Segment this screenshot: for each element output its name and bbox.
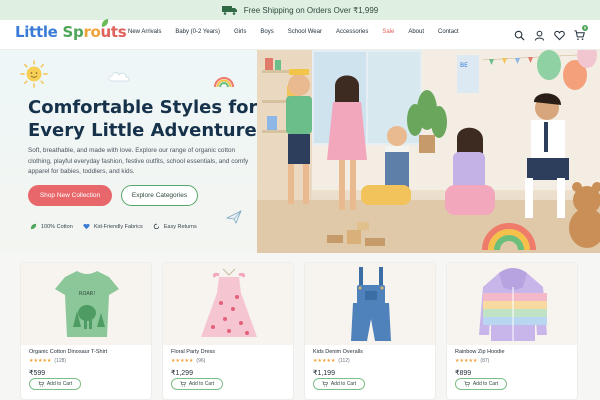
product-image[interactable]: ROAR! — [21, 263, 151, 345]
product-name[interactable]: Floral Party Dress — [171, 349, 215, 355]
promo-bar: Free Shipping on Orders Over ₹1,999 — [0, 0, 600, 20]
product-price: ₹1,299 — [171, 370, 193, 377]
nav-boys[interactable]: Boys — [260, 29, 273, 35]
logo[interactable]: Little Sprouts — [15, 18, 127, 41]
teddy-bear — [569, 182, 600, 248]
product-price: ₹1,199 — [313, 370, 335, 377]
product-card[interactable]: Rainbow Zip Hoodie ★★★★★ (87) ₹899 Add t… — [446, 262, 578, 400]
review-count: (96) — [196, 358, 206, 364]
product-rating: ★★★★★ (128) — [29, 358, 66, 364]
product-rating: ★★★★★ (96) — [171, 358, 205, 364]
explore-categories-button[interactable]: Explore Categories — [121, 185, 198, 206]
truck-icon — [221, 6, 237, 15]
cart-icon — [322, 381, 328, 387]
star-rating: ★★★★★ — [455, 358, 478, 364]
main-nav: New Arrivals Baby (0-2 Years) Girls Boys… — [128, 29, 459, 35]
cart-icon — [38, 381, 44, 387]
user-icon[interactable] — [534, 28, 545, 41]
product-image[interactable] — [447, 263, 577, 345]
hero-scene: BE — [257, 50, 600, 253]
nav-contact[interactable]: Contact — [438, 29, 459, 35]
return-icon — [153, 223, 159, 230]
logo-part-2: ro — [83, 23, 101, 41]
nav-accessories[interactable]: Accessories — [336, 29, 368, 35]
heart-icon[interactable] — [554, 28, 565, 41]
logo-part-1: Sp — [62, 23, 84, 41]
nav-girls[interactable]: Girls — [234, 29, 246, 35]
product-card[interactable]: Floral Party Dress ★★★★★ (96) ₹1,299 Add… — [162, 262, 294, 400]
leaf-icon — [30, 223, 37, 230]
feature-label: Kid-Friendly Fabrics — [93, 223, 143, 230]
star-rating: ★★★★★ — [171, 358, 194, 364]
add-to-cart-button[interactable]: Add to Cart — [455, 378, 507, 390]
header-actions: 0 — [514, 25, 588, 41]
product-rating: ★★★★★ (87) — [455, 358, 489, 364]
product-card[interactable]: Kids Denim Overalls ★★★★★ (112) ₹1,199 A… — [304, 262, 436, 400]
product-price: ₹599 — [29, 370, 46, 377]
nav-baby[interactable]: Baby (0-2 Years) — [175, 29, 220, 35]
cart-count-badge: 0 — [582, 25, 588, 31]
product-name[interactable]: Rainbow Zip Hoodie — [455, 349, 505, 355]
add-to-cart-label: Add to Cart — [330, 381, 357, 387]
star-rating: ★★★★★ — [29, 358, 52, 364]
cart-icon — [180, 381, 186, 387]
product-rating: ★★★★★ (112) — [313, 358, 350, 364]
product-price: ₹899 — [455, 370, 472, 377]
shop-new-collection-button[interactable]: Shop New Collection — [28, 185, 112, 206]
add-to-cart-button[interactable]: Add to Cart — [171, 378, 223, 390]
add-to-cart-button[interactable]: Add to Cart — [29, 378, 81, 390]
feature-label: 100% Cotton — [41, 223, 73, 230]
feature-fabrics: Kid-Friendly Fabrics — [83, 223, 143, 230]
svg-text:BE: BE — [460, 62, 468, 69]
nav-school-wear[interactable]: School Wear — [288, 29, 322, 35]
add-to-cart-label: Add to Cart — [46, 381, 73, 387]
review-count: (87) — [480, 358, 490, 364]
hero-banner: Comfortable Styles for Every Little Adve… — [0, 50, 600, 253]
hoodie-image — [479, 268, 547, 341]
search-icon[interactable] — [514, 28, 525, 41]
paper-plane-illustration — [226, 210, 242, 224]
product-name[interactable]: Kids Denim Overalls — [313, 349, 363, 355]
product-image[interactable] — [163, 263, 293, 345]
logo-word-little: Little — [15, 23, 63, 41]
promo-text: Free Shipping on Orders Over ₹1,999 — [243, 5, 379, 15]
cart-icon[interactable]: 0 — [574, 25, 588, 40]
product-grid: ROAR! Organic Cotton Dinosaur T-Shirt ★★… — [20, 262, 580, 400]
nav-about[interactable]: About — [408, 29, 424, 35]
review-count: (112) — [338, 358, 350, 364]
cart-icon — [464, 381, 470, 387]
feature-cotton: 100% Cotton — [30, 223, 73, 230]
nav-sale[interactable]: Sale — [382, 29, 394, 35]
cloud-illustration — [108, 72, 130, 82]
product-card[interactable]: ROAR! Organic Cotton Dinosaur T-Shirt ★★… — [20, 262, 152, 400]
overalls-image — [351, 267, 391, 341]
add-to-cart-label: Add to Cart — [472, 381, 499, 387]
add-to-cart-label: Add to Cart — [188, 381, 215, 387]
rainbow-illustration — [214, 77, 234, 88]
feature-returns: Easy Returns — [153, 223, 197, 230]
feature-label: Easy Returns — [163, 223, 197, 230]
product-image[interactable] — [305, 263, 435, 345]
site-header: Little Sprouts New Arrivals Baby (0-2 Ye… — [0, 18, 600, 50]
add-to-cart-button[interactable]: Add to Cart — [313, 378, 365, 390]
review-count: (128) — [54, 358, 67, 364]
hero-title: Comfortable Styles for Every Little Adve… — [28, 97, 258, 141]
heart-hand-icon — [83, 223, 90, 230]
tshirt-print-text: ROAR! — [79, 291, 95, 297]
feature-list: 100% Cotton Kid-Friendly Fabrics Easy Re… — [30, 223, 197, 230]
product-name[interactable]: Organic Cotton Dinosaur T-Shirt — [29, 349, 107, 355]
sun-illustration — [20, 60, 48, 88]
hero-image-kids-playroom: BE — [257, 50, 600, 253]
tshirt-image: ROAR! — [55, 271, 119, 337]
star-rating: ★★★★★ — [313, 358, 336, 364]
hero-subtitle: Soft, breathable, and made with love. Ex… — [28, 147, 249, 175]
nav-new-arrivals[interactable]: New Arrivals — [128, 29, 161, 35]
dress-image — [201, 268, 257, 337]
